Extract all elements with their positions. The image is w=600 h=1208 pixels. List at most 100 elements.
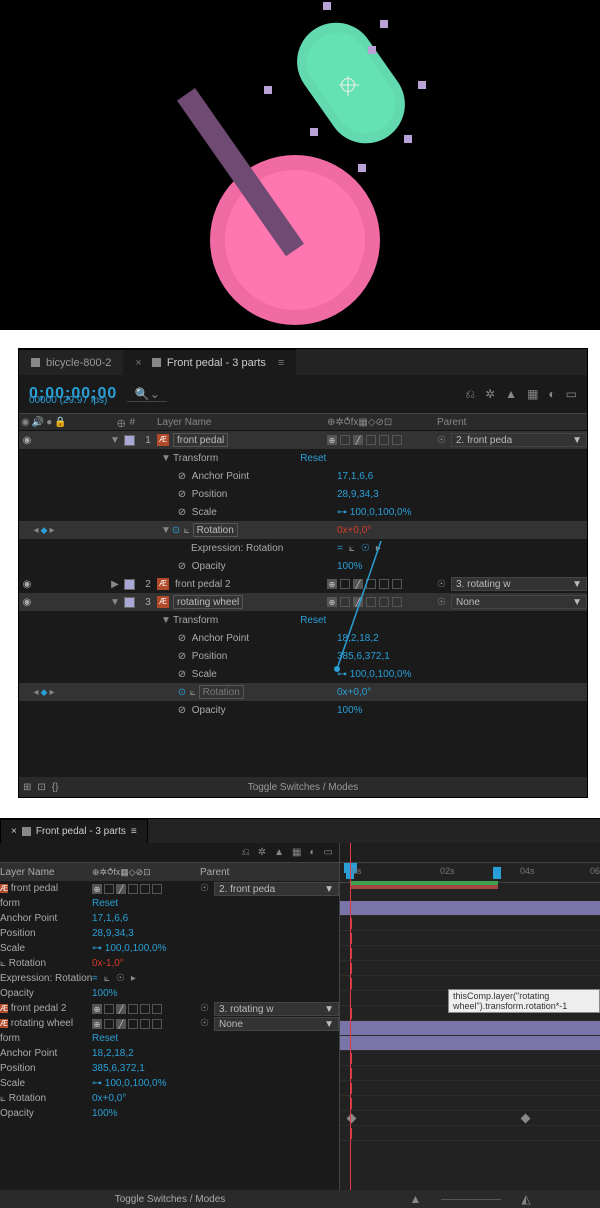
- transform-group[interactable]: ▼Transform Reset: [19, 449, 587, 467]
- layer-bar-2[interactable]: [340, 1021, 600, 1036]
- graph-icon[interactable]: ⟀: [190, 687, 196, 698]
- scale-prop-3[interactable]: ⊘ Scale ⊶ 100,0,100,0%: [19, 665, 587, 683]
- track[interactable]: [340, 1066, 600, 1081]
- close-tab-icon[interactable]: ×: [11, 826, 17, 837]
- track[interactable]: [340, 946, 600, 961]
- toggle-switches-icon[interactable]: ⊞: [23, 782, 31, 793]
- reset-link[interactable]: Reset: [300, 615, 326, 626]
- hide-shy-icon[interactable]: ▲: [505, 387, 517, 402]
- motion-blur-icon[interactable]: ◐: [548, 387, 555, 402]
- panel-menu-icon[interactable]: ≡: [131, 826, 137, 837]
- twirl-down-icon[interactable]: ▼: [110, 435, 120, 446]
- comp-flowchart-icon[interactable]: ⎌: [466, 387, 476, 402]
- layer-row-3[interactable]: ◉ ▼ 3 Ærotating wheel ⊕╱ ☉None▼: [19, 593, 587, 611]
- layer-bar-3[interactable]: [340, 1036, 600, 1051]
- transform-handle[interactable]: [264, 86, 272, 94]
- stopwatch-icon[interactable]: ⊘: [177, 633, 187, 643]
- expression-rotation[interactable]: Expression: Rotation = ⟀ ☉ ▸: [19, 539, 587, 557]
- frame-blend-icon[interactable]: ▦: [527, 387, 538, 402]
- expression-enable-icon[interactable]: =: [337, 543, 343, 554]
- pickwhip-icon[interactable]: ☉: [200, 883, 210, 894]
- graph-editor-icon[interactable]: ▭: [566, 387, 577, 402]
- position-prop-3[interactable]: ⊘ Position 385,6,372,1: [19, 647, 587, 665]
- twirl-right-icon[interactable]: ▶: [110, 579, 120, 590]
- layer-row-1[interactable]: ◉ ▼ 1 Æfront pedal ⊕╱ ☉2. front peda▼: [19, 431, 587, 449]
- stopwatch-icon[interactable]: ⊘: [177, 669, 187, 679]
- track[interactable]: [340, 1006, 600, 1021]
- prev-keyframe-icon[interactable]: ◂: [34, 687, 39, 698]
- graph-editor-icon[interactable]: ▭: [324, 847, 333, 858]
- visibility-toggle[interactable]: ◉: [21, 597, 33, 608]
- stopwatch-icon[interactable]: ⊘: [177, 507, 187, 517]
- stopwatch-icon[interactable]: ⊘: [177, 651, 187, 661]
- draft3d-icon[interactable]: ✲: [485, 387, 495, 402]
- stopwatch-icon[interactable]: ⊘: [177, 471, 187, 481]
- transform-handle[interactable]: [358, 164, 366, 172]
- layer-color-icon[interactable]: [124, 435, 135, 446]
- stopwatch-icon[interactable]: ⊙: [171, 525, 181, 535]
- comp-flowchart-icon[interactable]: ⎌: [242, 847, 250, 858]
- toggle-switches-button[interactable]: Toggle Switches / Modes: [248, 782, 359, 793]
- next-keyframe-icon[interactable]: ▸: [49, 687, 54, 698]
- layer-color-icon[interactable]: [124, 579, 135, 590]
- transform-handle[interactable]: [368, 46, 376, 54]
- transform-handle[interactable]: [310, 128, 318, 136]
- toggle-switches-button[interactable]: Toggle Switches / Modes: [115, 1194, 226, 1205]
- opacity-prop-3[interactable]: Opacity100%: [0, 1106, 339, 1121]
- composition-preview[interactable]: [0, 0, 600, 330]
- opacity-prop[interactable]: ⊘ Opacity 100%: [19, 557, 587, 575]
- link-icon[interactable]: ⊶: [337, 507, 347, 518]
- parent-dropdown[interactable]: 3. rotating w▼: [451, 577, 587, 591]
- transform-handle[interactable]: [380, 20, 388, 28]
- track[interactable]: [340, 1051, 600, 1066]
- keyframe-diamond[interactable]: [347, 1114, 357, 1124]
- next-keyframe-icon[interactable]: ▸: [49, 525, 54, 536]
- twirl-down-icon[interactable]: ▼: [110, 597, 120, 608]
- draft3d-icon[interactable]: ✲: [258, 847, 266, 858]
- parent-dropdown[interactable]: None▼: [214, 1017, 339, 1031]
- layer-row-3[interactable]: Æ rotating wheel ⊕╱ ☉None▼: [0, 1016, 339, 1031]
- transform-handle[interactable]: [418, 81, 426, 89]
- keyframe-icon[interactable]: ◆: [41, 525, 48, 536]
- property-name[interactable]: Rotation: [193, 523, 238, 537]
- pickwhip-icon[interactable]: ☉: [200, 1003, 210, 1014]
- visibility-toggle[interactable]: ◉: [21, 435, 33, 446]
- hide-shy-icon[interactable]: ▲: [274, 847, 284, 858]
- track[interactable]: [340, 931, 600, 946]
- track[interactable]: [340, 961, 600, 976]
- opacity-prop-3[interactable]: ⊘ Opacity 100%: [19, 701, 587, 719]
- expression-pickwhip-icon[interactable]: ☉: [361, 543, 370, 554]
- layer-row-1[interactable]: Æ front pedal ⊕╱ ☉2. front peda▼: [0, 881, 339, 896]
- track-expression[interactable]: thisComp.layer("rotating wheel").transfo…: [340, 991, 600, 1006]
- scale-prop[interactable]: Scale⊶ 100,0,100,0%: [0, 941, 339, 956]
- keyframe-diamond[interactable]: [521, 1114, 531, 1124]
- frame-blend-icon[interactable]: ▦: [292, 847, 301, 858]
- keyframe-icon[interactable]: ◆: [41, 687, 48, 698]
- layer-name[interactable]: rotating wheel: [173, 595, 243, 609]
- track[interactable]: [340, 1126, 600, 1141]
- motion-blur-icon[interactable]: ◐: [310, 847, 316, 858]
- position-prop[interactable]: Position28,9,34,3: [0, 926, 339, 941]
- work-area-end[interactable]: [493, 867, 501, 879]
- tab-front-pedal[interactable]: × Front pedal - 3 parts ≡: [123, 349, 296, 375]
- twirl-down-icon[interactable]: ▼: [161, 525, 171, 536]
- opacity-prop[interactable]: Opacity100%: [0, 986, 339, 1001]
- stopwatch-icon[interactable]: ⊘: [177, 705, 187, 715]
- parent-dropdown[interactable]: 2. front peda▼: [451, 433, 587, 447]
- layer-row-2[interactable]: Æ front pedal 2 ⊕╱ ☉3. rotating w▼: [0, 1001, 339, 1016]
- anchor-point-prop[interactable]: Anchor Point17,1,6,6: [0, 911, 339, 926]
- position-prop-3[interactable]: Position385,6,372,1: [0, 1061, 339, 1076]
- scale-prop-3[interactable]: Scale⊶ 100,0,100,0%: [0, 1076, 339, 1091]
- parent-dropdown[interactable]: None▼: [451, 595, 587, 609]
- rotation-prop[interactable]: ◂◆▸ ▼⊙ ⟀ Rotation 0x+0,0°: [19, 521, 587, 539]
- zoom-in-icon[interactable]: ◭: [521, 1192, 530, 1206]
- form-prop-3[interactable]: formReset: [0, 1031, 339, 1046]
- toggle-modes-icon[interactable]: ⊡: [37, 782, 45, 793]
- expression-graph-icon[interactable]: ⟀: [349, 543, 355, 554]
- rotation-prop[interactable]: ⟀ Rotation0x-1,0°: [0, 956, 339, 971]
- graph-icon[interactable]: ⟀: [184, 525, 190, 536]
- stopwatch-icon[interactable]: ⊘: [177, 489, 187, 499]
- search-input[interactable]: 🔍⌄: [127, 387, 167, 402]
- parent-dropdown[interactable]: 2. front peda▼: [214, 882, 339, 896]
- track[interactable]: [340, 1081, 600, 1096]
